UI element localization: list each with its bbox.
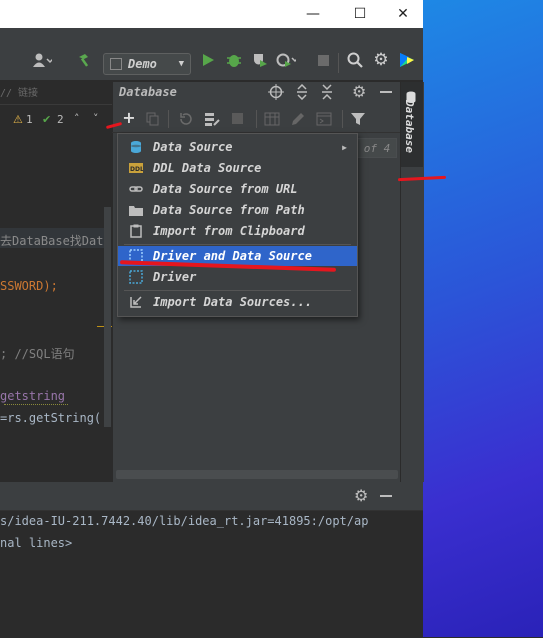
- submenu-arrow-icon: ▶: [342, 142, 347, 152]
- menu-item-import-data-sources[interactable]: Import Data Sources...: [118, 292, 357, 312]
- gear-icon[interactable]: ⚙: [371, 50, 391, 70]
- profile-icon[interactable]: [276, 50, 296, 70]
- page-indicator: of 4: [357, 138, 397, 158]
- folder-icon: [129, 203, 143, 217]
- filter-icon[interactable]: [350, 111, 366, 127]
- run-icon[interactable]: [198, 50, 218, 70]
- debug-icon[interactable]: [224, 50, 244, 70]
- toolbar-separator: [168, 110, 169, 128]
- code-line-sql: ; //SQL语句: [0, 347, 75, 361]
- hammer-icon[interactable]: [74, 50, 94, 70]
- toolbar-separator: [256, 110, 257, 128]
- editor-top-hint: // 链接: [0, 88, 39, 99]
- run-output-line: s/idea-IU-211.7442.40/lib/idea_rt.jar=41…: [0, 514, 369, 528]
- copy-icon[interactable]: [146, 111, 160, 126]
- menu-item-data-source[interactable]: Data Source ▶: [118, 137, 357, 157]
- chevron-up-icon[interactable]: ˄: [74, 112, 80, 125]
- database-panel-title: Database: [119, 85, 177, 99]
- code-line-password: SSWORD);: [0, 279, 58, 293]
- run-configuration-dropdown[interactable]: Demo ▼: [103, 53, 191, 75]
- schema-icon[interactable]: [204, 111, 220, 127]
- database-tab-icon: [406, 88, 416, 103]
- warning-icon[interactable]: ⚠: [13, 113, 23, 126]
- add-data-source-menu: Data Source ▶ DDL DDL Data Source Data S…: [117, 133, 358, 317]
- driver-icon: [129, 270, 143, 284]
- menu-item-label: Import Data Sources...: [153, 295, 312, 309]
- svg-text:DDL: DDL: [130, 166, 143, 173]
- run-settings-icon[interactable]: ⚙: [354, 486, 368, 505]
- user-icon[interactable]: [32, 50, 52, 70]
- stop-icon[interactable]: [313, 50, 333, 70]
- url-icon: [129, 182, 143, 196]
- stop-query-icon[interactable]: [232, 113, 243, 124]
- database-tab-label: Database: [403, 100, 416, 153]
- toolbox-icon[interactable]: [397, 50, 417, 70]
- menu-item-label: Driver and Data Source: [153, 249, 312, 263]
- menu-item-label: Data Source from URL: [153, 182, 298, 196]
- menu-separator: [124, 290, 351, 291]
- run-output-line: nal lines>: [0, 536, 73, 550]
- panel-settings-icon[interactable]: ⚙: [352, 82, 366, 101]
- chevron-down-icon: ▼: [178, 59, 184, 69]
- menu-item-data-source-url[interactable]: Data Source from URL: [118, 179, 357, 199]
- clipboard-icon: [129, 224, 143, 238]
- chevron-down-icon[interactable]: ˅: [93, 112, 99, 125]
- menu-item-label: DDL Data Source: [153, 161, 262, 175]
- panel-horizontal-scrollbar[interactable]: [116, 470, 398, 479]
- close-button[interactable]: ✕: [380, 0, 426, 28]
- menu-item-label: Data Source from Path: [153, 203, 305, 217]
- console-icon[interactable]: [316, 111, 332, 127]
- collapse-all-icon[interactable]: [319, 84, 335, 100]
- edit-icon[interactable]: [290, 111, 306, 127]
- code-editor[interactable]: // 链接 去DataBase找Dat SSWORD); ; //SQL语句 g…: [0, 82, 112, 482]
- search-icon[interactable]: [345, 50, 365, 70]
- menu-item-label: Driver: [153, 270, 197, 284]
- editor-scrollbar[interactable]: [104, 207, 111, 427]
- import-icon: [129, 295, 143, 309]
- minimize-button[interactable]: —: [290, 0, 336, 28]
- add-icon[interactable]: +: [121, 110, 137, 126]
- menu-item-label: Import from Clipboard: [153, 224, 305, 238]
- warning-count: 1: [26, 113, 33, 126]
- maximize-button[interactable]: ☐: [337, 0, 383, 28]
- desktop-background: [423, 0, 543, 637]
- code-line-comment: 去DataBase找Dat: [0, 234, 104, 248]
- toolbar-separator: [338, 53, 339, 73]
- check-count: 2: [57, 113, 64, 126]
- database-icon: [129, 140, 143, 154]
- toolbar-separator: [342, 110, 343, 128]
- crosshair-icon[interactable]: [268, 84, 284, 100]
- menu-item-import-clipboard[interactable]: Import from Clipboard: [118, 221, 357, 241]
- expand-all-icon[interactable]: [294, 83, 310, 101]
- menu-item-label: Data Source: [153, 140, 233, 154]
- menu-item-ddl-data-source[interactable]: DDL DDL Data Source: [118, 158, 357, 178]
- coverage-icon[interactable]: [250, 50, 270, 70]
- run-config-label: Demo: [128, 57, 157, 71]
- config-icon: [110, 58, 122, 70]
- menu-item-data-source-path[interactable]: Data Source from Path: [118, 200, 357, 220]
- hide-panel-icon[interactable]: [380, 91, 392, 93]
- ddl-icon: DDL: [129, 161, 143, 175]
- menu-separator: [124, 244, 351, 245]
- refresh-icon[interactable]: [178, 111, 194, 127]
- code-line-rs: =rs.getString(: [0, 411, 102, 425]
- check-icon[interactable]: ✔: [42, 113, 51, 126]
- table-icon[interactable]: [264, 111, 280, 127]
- hide-run-panel-icon[interactable]: [380, 495, 392, 497]
- code-line-getstring: getstring: [0, 389, 66, 403]
